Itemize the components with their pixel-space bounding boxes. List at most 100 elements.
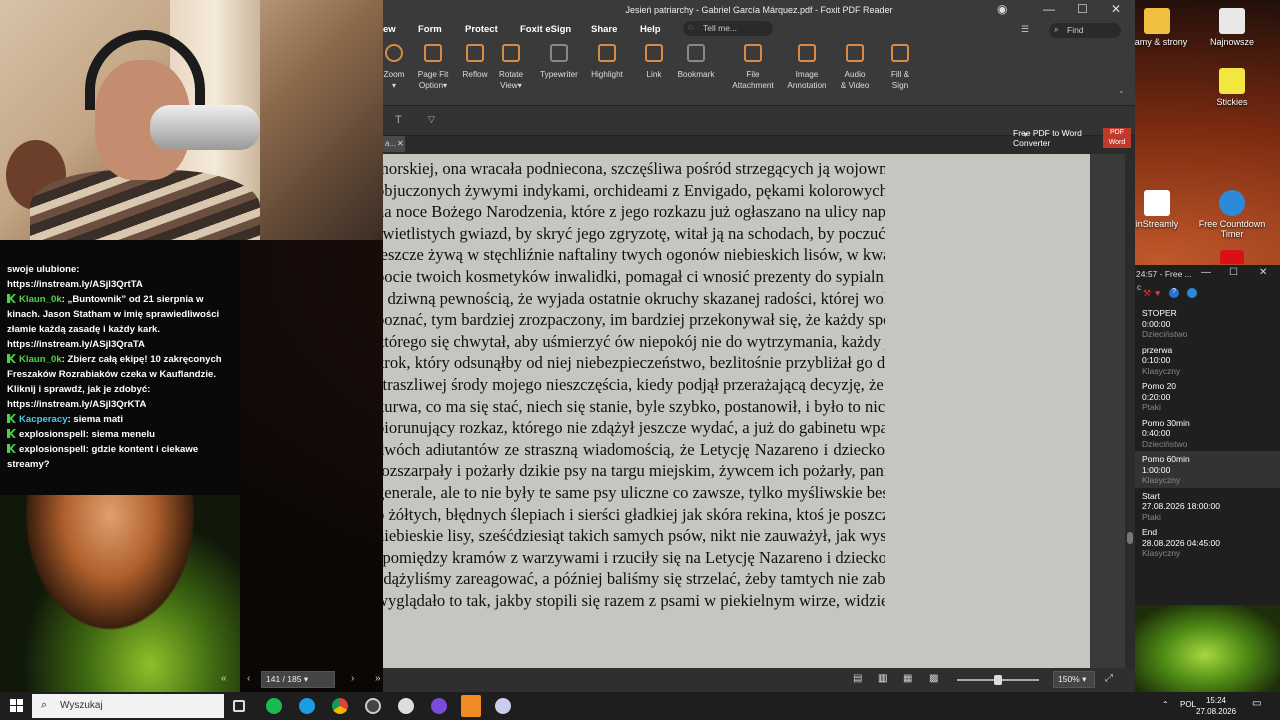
lightbulb-icon: ◌	[688, 22, 694, 32]
reflow-button[interactable]: Reflow	[461, 44, 489, 80]
dropdown-icon[interactable]: ▽	[428, 114, 435, 125]
zoom-slider-knob[interactable]	[994, 675, 1002, 685]
scrollbar-thumb[interactable]	[1127, 532, 1133, 544]
microphone	[150, 105, 260, 150]
tools-icon[interactable]: ⚒	[1143, 288, 1151, 299]
bookmark-button[interactable]: Bookmark	[677, 44, 715, 80]
menu-form[interactable]: Form	[418, 24, 442, 35]
heart-icon[interactable]: ♥	[1155, 288, 1160, 298]
ribbon-toolbar: Zoom ▾ Page Fit Option▾ Reflow Rotate View▾…	[383, 40, 1135, 106]
vertical-scrollbar[interactable]	[1125, 154, 1135, 668]
timer-title-bar: 24:57 - Free ... — ☐ ✕	[1135, 265, 1280, 283]
desktop-icon-label: inStreamly	[1135, 219, 1179, 229]
obs-icon[interactable]	[365, 698, 381, 714]
highlight-button[interactable]: Highlight	[589, 44, 625, 80]
task-view-icon[interactable]	[233, 700, 245, 712]
timer-item[interactable]: Start 27.08.2026 18:00:00 Ptaki	[1135, 488, 1280, 525]
edge-icon[interactable]	[299, 698, 315, 714]
continuous-facing-icon[interactable]: ▩	[929, 673, 938, 684]
notification-icon[interactable]: ▭	[1252, 698, 1261, 709]
red-app-icon[interactable]	[1220, 250, 1244, 264]
file-attachment-button[interactable]: File Attachment	[730, 44, 776, 91]
menu-protect[interactable]: Protect	[465, 24, 498, 35]
collapse-ribbon-icon[interactable]: ⌃	[1118, 90, 1125, 99]
text-line: dwóch adiutantów ze straszną wiadomością…	[383, 439, 885, 459]
timer-minimize-button[interactable]: —	[1201, 267, 1211, 278]
page-fit-option-button[interactable]: Page Fit Option▾	[415, 44, 451, 91]
audio-video-icon	[846, 44, 864, 62]
timer-item[interactable]: Pomo 30min 0:40:00 Dzieciństwo	[1135, 415, 1280, 452]
chrome-icon[interactable]	[332, 698, 348, 714]
timer-item[interactable]: przerwa 0:10:00 Klasyczny	[1135, 342, 1280, 379]
countdown-timer-icon[interactable]	[495, 698, 511, 714]
text-line: którego się chwytał, aby uśmierzyć ów ni…	[383, 331, 885, 351]
minimize-button[interactable]: —	[1043, 2, 1055, 16]
document-tab-row: a... ✕ ▼ Free PDF to Word Converter PDF …	[383, 128, 1135, 152]
help-icon[interactable]: ?	[1169, 288, 1179, 298]
text-line: na noce Bożego Narodzenia, które z jego …	[383, 202, 885, 222]
page-number-input[interactable]: 141 / 185 ▾	[261, 671, 335, 688]
timer-maximize-button[interactable]: ☐	[1229, 267, 1238, 278]
typewriter-button[interactable]: Typewriter	[540, 44, 578, 80]
timer-item[interactable]: End 28.08.2026 04:45:00 Klasyczny	[1135, 524, 1280, 561]
desktop-icon-recent[interactable]: Najnowsze	[1192, 8, 1272, 47]
fill-sign-button[interactable]: Fill & Sign	[886, 44, 914, 91]
menu-foxit-esign[interactable]: Foxit eSign	[520, 24, 571, 35]
last-page-icon[interactable]: »	[375, 673, 381, 684]
image-annotation-button[interactable]: Image Annotation	[784, 44, 830, 91]
tab-close-icon[interactable]: ✕	[397, 139, 404, 148]
menu-help[interactable]: Help	[640, 24, 661, 35]
fullscreen-icon[interactable]: ⤢	[1105, 673, 1113, 684]
attachment-icon	[744, 44, 762, 62]
menu-share[interactable]: Share	[591, 24, 617, 35]
search-icon: ⌕	[1054, 24, 1059, 34]
first-page-icon[interactable]: «	[221, 673, 227, 684]
timer-item-selected[interactable]: Pomo 60min 1:00:00 Klasyczny	[1135, 451, 1280, 488]
document-viewer[interactable]: morskiej, ona wracała podniecona, szczęś…	[383, 154, 1135, 668]
rotate-icon	[502, 44, 520, 62]
close-button[interactable]: ✕	[1111, 2, 1121, 16]
start-button[interactable]	[10, 699, 23, 712]
alien-app-icon[interactable]	[398, 698, 414, 714]
taskbar: ⌕ Wyszukaj ⌃ POL 15:24 27.08.2026 ▭	[0, 692, 1280, 720]
rotate-view-button[interactable]: Rotate View▾	[497, 44, 525, 91]
bookmark-icon	[687, 44, 705, 62]
zoom-button[interactable]: Zoom ▾	[383, 44, 405, 91]
timer-item[interactable]: STOPER 0:00:00 Dzieciństwo	[1135, 305, 1280, 342]
search-icon: ⌕	[41, 699, 48, 711]
pdf-word-badge: PDF Word	[1103, 128, 1131, 148]
find-input[interactable]: ⌕ Find	[1049, 23, 1121, 38]
next-page-icon[interactable]: ›	[351, 673, 354, 684]
discord-icon[interactable]	[431, 698, 447, 714]
foxit-icon[interactable]	[461, 695, 481, 717]
zoom-slider[interactable]	[957, 675, 1039, 685]
pdf-to-word-ad[interactable]: Free PDF to Word Converter	[1013, 128, 1103, 148]
facing-page-icon[interactable]: ▦	[903, 673, 912, 684]
tray-expand-icon[interactable]: ⌃	[1162, 700, 1169, 709]
taskbar-search[interactable]: ⌕ Wyszukaj	[32, 694, 224, 718]
timer-item[interactable]: Pomo 20 0:20:00 Ptaki	[1135, 378, 1280, 415]
audio-video-button[interactable]: Audio & Video	[839, 44, 871, 91]
info-icon[interactable]	[1187, 288, 1197, 298]
continuous-page-icon[interactable]: ▥	[878, 673, 887, 684]
text-tool-icon[interactable]: T	[395, 114, 402, 126]
settings-icon[interactable]: c	[1137, 283, 1141, 292]
desktop-icon-countdown[interactable]: Free Countdown Timer	[1192, 190, 1272, 239]
text-line: zdążyliśmy zareagować, a później baliśmy…	[383, 569, 885, 589]
link-button[interactable]: Link	[643, 44, 665, 80]
folder-icon	[1219, 8, 1245, 34]
zoom-level-select[interactable]: 150% ▾	[1053, 671, 1095, 688]
account-icon[interactable]: ◉	[997, 2, 1007, 16]
single-page-icon[interactable]: ▤	[853, 673, 862, 684]
menu-view[interactable]: ew	[383, 24, 396, 35]
maximize-button[interactable]: ☐	[1077, 2, 1088, 16]
language-indicator[interactable]: POL	[1180, 700, 1196, 709]
tell-me-input[interactable]: ◌ Tell me...	[683, 21, 773, 36]
timer-close-button[interactable]: ✕	[1259, 267, 1267, 278]
previous-page-icon[interactable]: ‹	[247, 673, 250, 684]
spotify-icon[interactable]	[266, 698, 282, 714]
layout-icon[interactable]: ☰	[1021, 24, 1029, 35]
desktop-icon-stickies[interactable]: Stickies	[1192, 68, 1272, 107]
taskbar-clock[interactable]: 15:24 27.08.2026	[1196, 695, 1236, 717]
text-line: świetlistych gwiazd, by skryć jego zgryz…	[383, 223, 885, 243]
